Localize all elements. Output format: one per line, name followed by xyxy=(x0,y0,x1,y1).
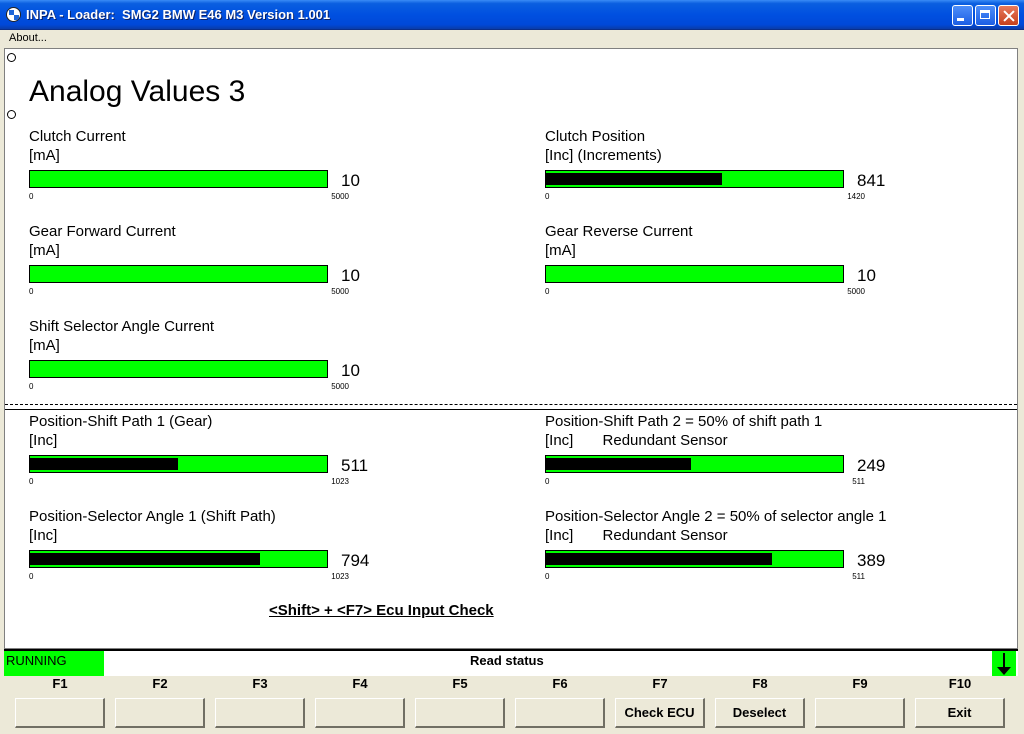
gauge-unit: [mA] xyxy=(29,337,60,354)
gauge-fill xyxy=(546,553,772,565)
fkey-label-f1: F1 xyxy=(52,676,68,691)
gauge-fill xyxy=(30,458,178,470)
gauge-bar xyxy=(29,265,328,283)
gauge-unit: [mA] xyxy=(545,242,576,259)
fkey-label-f5: F5 xyxy=(452,676,468,691)
gauge-label: Position-Selector Angle 2 = 50% of selec… xyxy=(545,508,887,525)
fkey-button-f5[interactable] xyxy=(415,698,505,728)
fkey-label-f9: F9 xyxy=(852,676,868,691)
gauge-unit: [mA] xyxy=(29,242,60,259)
gauge-max: 1420 xyxy=(847,192,865,201)
bmw-logo-icon[interactable] xyxy=(6,7,21,22)
fkey-label-f8: F8 xyxy=(752,676,768,691)
menu-bar: About... xyxy=(0,30,1024,49)
gauge-label: Clutch Current xyxy=(29,128,126,145)
gauge-value: 841 xyxy=(857,171,886,190)
gauge-value: 10 xyxy=(857,266,876,285)
status-running-indicator: RUNNING xyxy=(4,651,104,676)
gauge-value: 10 xyxy=(341,171,360,190)
gauge-min: 0 xyxy=(29,192,34,201)
fkey-button-f10[interactable]: Exit xyxy=(915,698,1005,728)
gauge-label: Shift Selector Angle Current xyxy=(29,318,215,335)
fkey-label-f10: F10 xyxy=(948,676,972,691)
section-divider xyxy=(5,409,1017,410)
gauge-bar xyxy=(29,550,328,568)
gauge-value: 249 xyxy=(857,456,886,475)
gauge-bar xyxy=(545,550,844,568)
gauge-unit: [Inc] xyxy=(29,527,58,544)
minimize-button[interactable] xyxy=(952,5,973,26)
fkey-label-f2: F2 xyxy=(152,676,168,691)
window-title: INPA - Loader: SMG2 BMW E46 M3 Version 1… xyxy=(26,7,331,22)
gauge-max: 511 xyxy=(852,572,865,581)
ecu-input-check-hint: <Shift> + <F7> Ecu Input Check xyxy=(269,602,494,619)
gauge-unit: [Inc] (Increments) xyxy=(545,147,662,164)
gauge-value: 10 xyxy=(341,266,360,285)
gauge-unit: [Inc] Redundant Sensor xyxy=(545,432,728,449)
gauge-fill xyxy=(546,458,691,470)
gauge-min: 0 xyxy=(29,382,34,391)
gauge-max: 1023 xyxy=(331,572,349,581)
gauge-unit: [Inc] Redundant Sensor xyxy=(545,527,728,544)
gauge-max: 5000 xyxy=(847,287,865,296)
maximize-button[interactable] xyxy=(975,5,996,26)
gauge-value: 389 xyxy=(857,551,886,570)
gauge-min: 0 xyxy=(545,192,550,201)
fkey-button-f9[interactable] xyxy=(815,698,905,728)
fkey-label-f3: F3 xyxy=(252,676,268,691)
fkey-button-f2[interactable] xyxy=(115,698,205,728)
gauge-fill xyxy=(30,553,260,565)
fkey-button-f7[interactable]: Check ECU xyxy=(615,698,705,728)
gauge-label: Position-Shift Path 2 = 50% of shift pat… xyxy=(545,413,823,430)
gauge-unit: [Inc] xyxy=(29,432,58,449)
fkey-label-f7: F7 xyxy=(652,676,668,691)
gauge-label: Position-Shift Path 1 (Gear) xyxy=(29,413,213,430)
gauge-bar xyxy=(29,360,328,378)
gauge-unit: [mA] xyxy=(29,147,60,164)
gauge-max: 1023 xyxy=(331,477,349,486)
fkey-button-f4[interactable] xyxy=(315,698,405,728)
gauge-label: Gear Reverse Current xyxy=(545,223,693,240)
gauge-min: 0 xyxy=(545,572,550,581)
gauge-max: 5000 xyxy=(331,382,349,391)
gauge-min: 0 xyxy=(29,477,34,486)
close-button[interactable] xyxy=(998,5,1019,26)
radio-indicator-icon xyxy=(7,53,16,62)
page-title: Analog Values 3 xyxy=(29,75,246,108)
gauge-bar xyxy=(29,170,328,188)
gauge-value: 794 xyxy=(341,551,370,570)
gauge-value: 10 xyxy=(341,361,360,380)
gauge-max: 5000 xyxy=(331,192,349,201)
gauge-bar xyxy=(545,265,844,283)
gauge-label: Position-Selector Angle 1 (Shift Path) xyxy=(29,508,276,525)
gauge-bar xyxy=(29,455,328,473)
fkey-button-f3[interactable] xyxy=(215,698,305,728)
analog-values-panel: Analog Values 3 Clutch Current [mA] 10 0 500… xyxy=(4,48,1018,649)
gauge-min: 0 xyxy=(545,477,550,486)
menu-about[interactable]: About... xyxy=(9,32,47,44)
gauge-bar xyxy=(545,170,844,188)
function-key-bar: F1 F2 F3 F4 F5 F6 F7 Check ECU F8 Deselect F9 F10 Ex… xyxy=(0,676,1024,734)
status-message: Read status xyxy=(470,653,544,668)
fkey-button-f1[interactable] xyxy=(15,698,105,728)
gauge-value: 511 xyxy=(341,456,369,475)
radio-indicator-icon xyxy=(7,110,16,119)
gauge-bar xyxy=(545,455,844,473)
gauge-fill xyxy=(546,173,722,185)
gauge-label: Clutch Position xyxy=(545,128,646,145)
gauge-label: Gear Forward Current xyxy=(29,223,176,240)
section-divider-dashed xyxy=(5,404,1017,405)
gauge-min: 0 xyxy=(29,572,34,581)
status-bar: RUNNING Read status xyxy=(4,649,1018,676)
gauge-min: 0 xyxy=(29,287,34,296)
fkey-label-f4: F4 xyxy=(352,676,368,691)
gauge-max: 5000 xyxy=(331,287,349,296)
fkey-button-f6[interactable] xyxy=(515,698,605,728)
gauge-max: 511 xyxy=(852,477,865,486)
arrow-down-icon[interactable] xyxy=(992,651,1016,676)
title-bar: INPA - Loader: SMG2 BMW E46 M3 Version 1… xyxy=(0,0,1024,30)
gauge-min: 0 xyxy=(545,287,550,296)
fkey-label-f6: F6 xyxy=(552,676,568,691)
fkey-button-f8[interactable]: Deselect xyxy=(715,698,805,728)
